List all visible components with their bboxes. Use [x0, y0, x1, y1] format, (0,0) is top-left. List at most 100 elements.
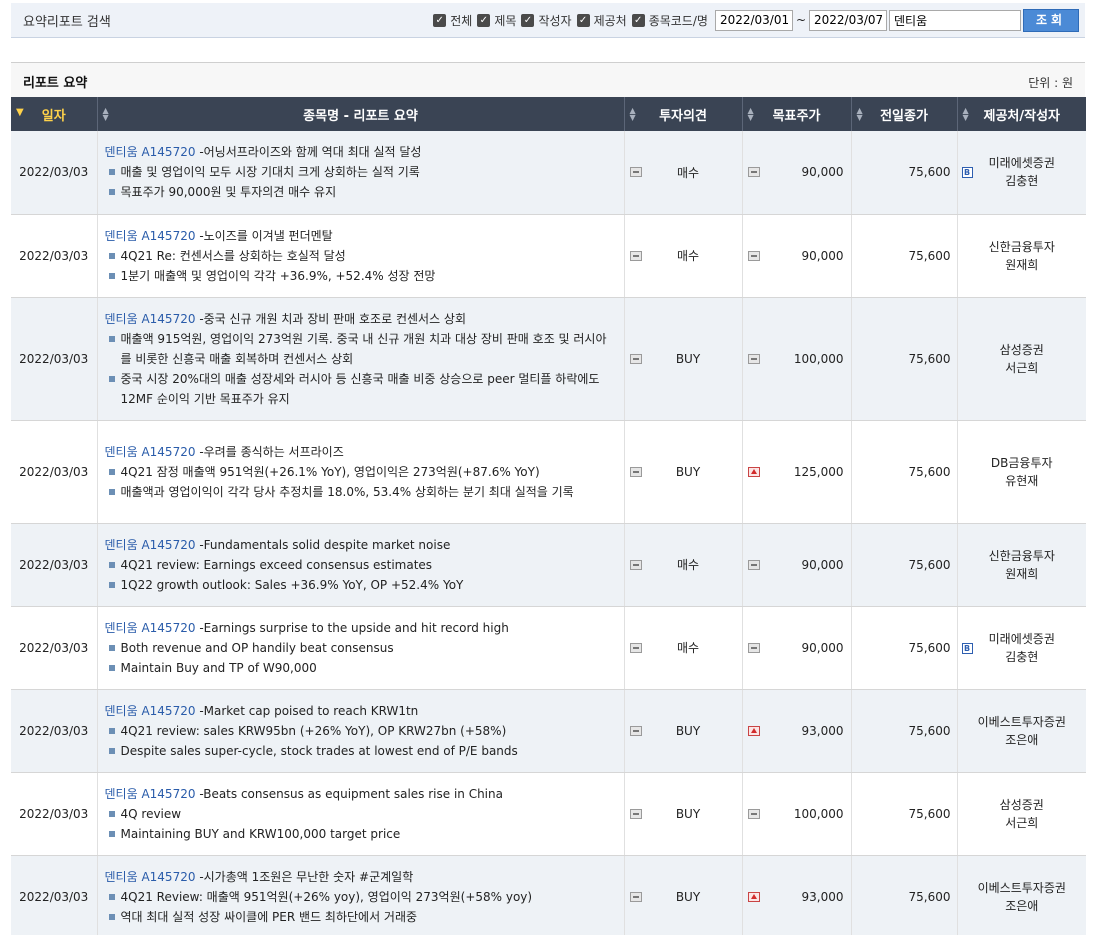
stock-code[interactable]: A145720	[141, 445, 195, 459]
stock-code[interactable]: A145720	[141, 145, 195, 159]
table-row[interactable]: 2022/03/03 덴티움 A145720 -노이즈를 이겨낼 펀더멘탈 4Q21…	[11, 214, 1086, 298]
stock-code[interactable]: A145720	[141, 870, 195, 884]
summary-bullet: 1분기 매출액 및 영업이익 각각 +36.9%, +52.4% 성장 전망	[105, 266, 618, 286]
col-opinion-header[interactable]: ▲ ▼ 투자의견	[624, 97, 743, 131]
investment-opinion: BUY	[624, 689, 743, 773]
target-up-icon	[747, 725, 760, 736]
report-title[interactable]: -Beats consensus as equipment sales rise…	[199, 787, 503, 801]
bullet-text: 4Q21 잠정 매출액 951억원(+26.1% YoY), 영업이익은 273…	[120, 464, 540, 479]
report-title[interactable]: -Earnings surprise to the upside and hit…	[199, 621, 509, 635]
stock-name-link[interactable]: 덴티움	[105, 229, 138, 243]
checkbox-icon[interactable]: ✓	[433, 13, 447, 27]
report-title[interactable]: -어닝서프라이즈와 함께 역대 최대 실적 달성	[199, 145, 421, 159]
author-name: 원재희	[1005, 257, 1039, 272]
summary-bullet: 매출액과 영업이익이 각각 당사 추정치를 18.0%, 53.4% 상회하는 …	[105, 482, 618, 502]
stock-code[interactable]: A145720	[141, 621, 195, 635]
provider-name: 미래에셋증권	[988, 631, 1055, 646]
broker-badge-icon[interactable]: B	[961, 167, 973, 179]
stock-code[interactable]: A145720	[141, 787, 195, 801]
date-separator: ~	[795, 13, 806, 27]
col-target-header[interactable]: ▲ ▼ 목표주가	[742, 97, 852, 131]
stock-name-link[interactable]: 덴티움	[105, 145, 138, 159]
summary-bullet: 목표주가 90,000원 및 투자의견 매수 유지	[105, 182, 618, 202]
provider-name: 신한금융투자	[988, 548, 1055, 563]
report-title-line[interactable]: 덴티움 A145720 -Fundamentals solid despite …	[105, 535, 618, 555]
report-date: 2022/03/03	[11, 523, 98, 607]
checkbox-icon[interactable]: ✓	[477, 13, 491, 27]
target-price: 90,000	[742, 131, 852, 215]
table-row[interactable]: 2022/03/03 덴티움 A145720 -시가총액 1조원은 무난한 숫자 …	[11, 855, 1086, 935]
stock-name-link[interactable]: 덴티움	[105, 312, 138, 326]
checkbox-icon[interactable]: ✓	[631, 13, 645, 27]
col-summary-header[interactable]: ▲ ▼ 종목명 - 리포트 요약	[97, 97, 625, 131]
stock-name-link[interactable]: 덴티움	[105, 704, 138, 718]
stock-name-link[interactable]: 덴티움	[105, 538, 138, 552]
col-prev-close-header[interactable]: ▲ ▼ 전일종가	[851, 97, 958, 131]
checkbox-icon[interactable]: ✓	[521, 13, 535, 27]
report-title[interactable]: -Fundamentals solid despite market noise	[199, 538, 450, 552]
col-provider-header[interactable]: ▲ ▼ 제공처/작성자	[957, 97, 1086, 131]
stock-name-link[interactable]: 덴티움	[105, 870, 138, 884]
summary-bullet: 4Q21 Re: 컨센서스를 상회하는 호실적 달성	[105, 246, 618, 266]
table-header-row: ▼ 일자 ▲ ▼ 종목명 - 리포트 요약 ▲ ▼ 투자의견 ▲ ▼ 목표주가 ▲ ▼ 전일종가 …	[11, 97, 1086, 131]
search-button[interactable]: 조회	[1023, 8, 1079, 32]
report-date: 2022/03/03	[11, 689, 98, 773]
table-row[interactable]: 2022/03/03 덴티움 A145720 -우려를 종식하는 서프라이즈 4Q2…	[11, 420, 1086, 524]
search-title: 요약리포트 검색	[23, 14, 111, 30]
check-stock[interactable]: ✓ 종목코드/명	[631, 12, 708, 29]
report-title-line[interactable]: 덴티움 A145720 -노이즈를 이겨낼 펀더멘탈	[105, 226, 618, 246]
search-bar: 요약리포트 검색 ✓전체 ✓제목 ✓작성자 ✓제공처 ✓종목코드/명 ~ 조회	[11, 3, 1085, 38]
stock-name-link[interactable]: 덴티움	[105, 445, 138, 459]
opinion-unchanged-icon	[629, 891, 642, 902]
date-to-input[interactable]	[809, 9, 887, 31]
report-title-line[interactable]: 덴티움 A145720 -Earnings surprise to the up…	[105, 618, 618, 638]
author-name: 서근희	[1005, 815, 1039, 830]
report-title-line[interactable]: 덴티움 A145720 -우려를 종식하는 서프라이즈	[105, 442, 618, 462]
broker-badge-icon[interactable]: B	[961, 642, 973, 654]
table-row[interactable]: 2022/03/03 덴티움 A145720 -Fundamentals soli…	[11, 523, 1086, 607]
check-title[interactable]: ✓ 제목	[477, 12, 516, 29]
stock-name-link[interactable]: 덴티움	[105, 787, 138, 801]
date-from-input[interactable]	[714, 9, 793, 31]
table-row[interactable]: 2022/03/03 덴티움 A145720 -어닝서프라이즈와 함께 역대 최대…	[11, 131, 1086, 215]
report-title[interactable]: -중국 신규 개원 치과 장비 판매 호조로 컨센서스 상회	[199, 312, 466, 326]
stock-name-link[interactable]: 덴티움	[105, 621, 138, 635]
summary-bullet: Maintaining BUY and KRW100,000 target pr…	[105, 824, 618, 844]
report-title-line[interactable]: 덴티움 A145720 -중국 신규 개원 치과 장비 판매 호조로 컨센서스 …	[105, 309, 618, 329]
check-author-label: 작성자	[538, 13, 572, 28]
keyword-input[interactable]	[889, 9, 1021, 31]
report-title[interactable]: -시가총액 1조원은 무난한 숫자 #군계일학	[199, 870, 413, 884]
stock-code[interactable]: A145720	[141, 704, 195, 718]
author-name: 김충현	[1005, 174, 1039, 189]
table-row[interactable]: 2022/03/03 덴티움 A145720 -Beats consensus a…	[11, 772, 1086, 856]
bullet-text: 역대 최대 실적 성장 싸이클에 PER 밴드 최하단에서 거래중	[120, 909, 418, 924]
report-title[interactable]: -Market cap poised to reach KRW1tn	[199, 704, 418, 718]
investment-opinion: BUY	[624, 772, 743, 856]
checkbox-icon[interactable]: ✓	[576, 13, 590, 27]
report-title-line[interactable]: 덴티움 A145720 -Beats consensus as equipmen…	[105, 784, 618, 804]
check-author[interactable]: ✓ 작성자	[521, 12, 572, 29]
stock-code[interactable]: A145720	[141, 312, 195, 326]
table-row[interactable]: 2022/03/03 덴티움 A145720 -중국 신규 개원 치과 장비 판매…	[11, 297, 1086, 421]
stock-code[interactable]: A145720	[141, 538, 195, 552]
report-title[interactable]: -노이즈를 이겨낼 펀더멘탈	[199, 229, 332, 243]
check-provider[interactable]: ✓ 제공처	[576, 12, 627, 29]
report-title-line[interactable]: 덴티움 A145720 -Market cap poised to reach …	[105, 701, 618, 721]
report-date: 2022/03/03	[11, 420, 98, 524]
bullet-text: Maintaining BUY and KRW100,000 target pr…	[120, 826, 401, 841]
sort-icon: ▲ ▼	[962, 106, 969, 122]
table-row[interactable]: 2022/03/03 덴티움 A145720 -Market cap poised…	[11, 689, 1086, 773]
col-date-header[interactable]: ▼ 일자	[11, 97, 98, 131]
report-title[interactable]: -우려를 종식하는 서프라이즈	[199, 445, 343, 459]
report-title-line[interactable]: 덴티움 A145720 -어닝서프라이즈와 함께 역대 최대 실적 달성	[105, 142, 618, 162]
check-all[interactable]: ✓ 전체	[433, 12, 472, 29]
report-title-line[interactable]: 덴티움 A145720 -시가총액 1조원은 무난한 숫자 #군계일학	[105, 867, 618, 887]
prev-close-price: 75,600	[851, 420, 958, 524]
bullet-text: 목표주가 90,000원 및 투자의견 매수 유지	[120, 185, 337, 200]
bullet-square-icon	[108, 335, 115, 342]
table-row[interactable]: 2022/03/03 덴티움 A145720 -Earnings surprise…	[11, 606, 1086, 690]
bullet-square-icon	[108, 272, 115, 279]
stock-code[interactable]: A145720	[141, 229, 195, 243]
target-price: 93,000	[742, 689, 852, 773]
investment-opinion: BUY	[624, 420, 743, 524]
